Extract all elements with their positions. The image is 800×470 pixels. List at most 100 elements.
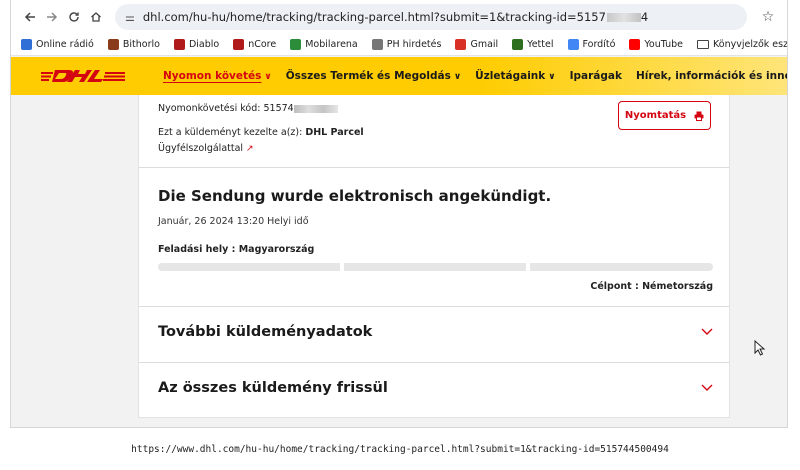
bookmark-label: Könyvjelzők eszkö...	[713, 39, 788, 50]
url-text-suffix: 4	[640, 10, 649, 24]
chevron-down-icon[interactable]	[701, 328, 713, 336]
shipment-info: Nyomonkövetési kód: 51574 Ezt a küldemén…	[158, 103, 364, 159]
destination-row: Célpont : Németország	[158, 281, 713, 292]
bookmark-item[interactable]: Yettel	[512, 39, 554, 50]
bookmark-label: Bithorlo	[122, 39, 160, 50]
bookmark-label: PH hirdetés	[386, 39, 442, 50]
back-icon[interactable]	[19, 6, 41, 28]
youtube-icon	[629, 39, 641, 50]
handler-name: DHL Parcel	[305, 127, 364, 138]
progress-segment	[530, 263, 713, 271]
redacted-mask	[606, 12, 641, 22]
nav-item-label: Iparágak	[569, 70, 622, 82]
handler-row: Ezt a küldeményt kezelte a(z): DHL Parce…	[158, 127, 364, 138]
forward-icon[interactable]	[41, 6, 63, 28]
nav-item-label: Üzletágaink	[475, 70, 546, 82]
chevron-down-icon[interactable]	[701, 384, 713, 392]
reload-icon[interactable]	[63, 6, 85, 28]
divider	[139, 362, 729, 363]
ncore-icon	[233, 39, 245, 50]
tracking-code-row: Nyomonkövetési kód: 51574	[158, 103, 364, 114]
bookmarks-bar: Online rádió Bithorlo Diablo nCore Mobilaren…	[11, 34, 787, 56]
origin-row: Feladási hely : Magyarország	[158, 244, 713, 255]
chevron-down-icon: ∨	[453, 72, 462, 82]
status-section: Die Sendung wurde elektronisch angekündi…	[158, 187, 713, 292]
print-button[interactable]: Nyomtatás	[618, 101, 711, 130]
bookmark-item[interactable]: Bithorlo	[107, 39, 160, 50]
redacted-mask	[293, 104, 338, 113]
nav-item[interactable]: Üzletágaink ∨	[475, 70, 555, 82]
print-label: Nyomtatás	[624, 110, 687, 121]
nav-item[interactable]: Iparágak	[570, 70, 622, 82]
url-text-prefix: dhl.com/hu-hu/home/tracking/tracking-par…	[142, 10, 606, 24]
browser-window: ⚌ dhl.com/hu-hu/home/tracking/tracking-p…	[10, 0, 788, 428]
bookmark-label: YouTube	[644, 39, 684, 50]
mouse-cursor-icon	[754, 340, 766, 356]
chevron-down-icon: ∨	[548, 72, 556, 82]
bookmark-label: Fordító	[582, 39, 616, 50]
origin-value: Magyarország	[238, 244, 315, 255]
translate-icon	[567, 39, 579, 50]
gmail-icon	[455, 39, 467, 50]
progress-segment	[344, 263, 526, 271]
origin-label: Feladási hely :	[158, 244, 239, 255]
accordion-title: További küldeményadatok	[158, 324, 373, 340]
external-link-icon[interactable]: ↗	[246, 144, 254, 154]
page-url-caption: https://www.dhl.com/hu-hu/home/tracking/…	[131, 444, 669, 455]
bookmark-item[interactable]: Diablo	[173, 39, 220, 50]
accordion-shipment-details[interactable]: További küldeményadatok	[158, 324, 713, 340]
nav-item[interactable]: Hírek, információk és innováció	[635, 70, 787, 82]
destination-label: Célpont :	[590, 281, 643, 292]
bookmark-item[interactable]: Online rádió	[21, 39, 94, 50]
site-settings-icon[interactable]: ⚌	[125, 11, 135, 24]
bookmark-item[interactable]: nCore	[233, 39, 276, 50]
dhl-logo[interactable]	[41, 69, 125, 83]
bookmark-star-icon[interactable]: ☆	[757, 9, 779, 25]
progress-segment	[158, 263, 340, 271]
mobilarena-icon	[290, 39, 302, 50]
destination-value: Németország	[642, 281, 713, 292]
bookmark-label: Yettel	[527, 39, 554, 50]
bookmark-label: Gmail	[470, 39, 499, 50]
divider	[139, 306, 729, 307]
main-navigation: Nyomon követés ∨ Összes Termék és Megoldás…	[163, 57, 787, 95]
nav-item[interactable]: Összes Termék és Megoldás ∨	[286, 70, 461, 82]
support-link[interactable]: Ügyfélszolgálattal	[158, 143, 243, 154]
url-field[interactable]: ⚌ dhl.com/hu-hu/home/tracking/tracking-p…	[115, 4, 747, 30]
nav-item-label: Hírek, információk és innováció	[635, 70, 787, 82]
bookmark-label: Diablo	[188, 39, 220, 50]
bookmark-item[interactable]: Mobilarena	[290, 39, 358, 50]
address-bar: ⚌ dhl.com/hu-hu/home/tracking/tracking-p…	[11, 0, 787, 34]
bookmark-label: Mobilarena	[305, 39, 358, 50]
accordion-title: Az összes küldemény frissül	[158, 380, 388, 396]
accordion-all-updates[interactable]: Az összes küldemény frissül	[158, 380, 713, 396]
bookmark-item[interactable]: YouTube	[629, 39, 683, 50]
tracking-card: Nyomonkövetési kód: 51574 Ezt a küldemén…	[138, 95, 730, 418]
yettel-icon	[512, 39, 524, 50]
bookmark-item[interactable]: Könyvjelzők eszkö...	[697, 39, 788, 50]
chevron-down-icon: ∨	[264, 72, 272, 82]
printer-icon	[694, 111, 704, 121]
bookmark-item[interactable]: Fordító	[567, 39, 616, 50]
diablo-icon	[173, 39, 185, 50]
radio-icon	[21, 39, 32, 50]
nav-item-label: Nyomon követés	[163, 70, 262, 82]
handler-label: Ezt a küldeményt kezelte a(z):	[158, 127, 306, 138]
bookmark-item[interactable]: Gmail	[455, 39, 498, 50]
bithorlo-icon	[107, 39, 119, 50]
nav-item[interactable]: Nyomon követés ∨	[163, 70, 272, 82]
dhl-navbar: Nyomon követés ∨ Összes Termék és Megoldás…	[11, 57, 787, 95]
support-row[interactable]: Ügyfélszolgálattal ↗	[158, 143, 364, 154]
divider	[139, 167, 729, 168]
bookmark-label: nCore	[248, 39, 277, 50]
folder-icon	[697, 40, 710, 49]
tracking-code-label: Nyomonkövetési kód: 51574	[158, 103, 294, 114]
ph-icon	[371, 39, 383, 50]
bookmark-item[interactable]: PH hirdetés	[371, 39, 442, 50]
status-date: Január, 26 2024 13:20 Helyi idő	[158, 216, 309, 227]
bookmark-label: Online rádió	[36, 39, 94, 50]
home-icon[interactable]	[85, 6, 107, 28]
progress-bar	[158, 263, 713, 271]
status-title: Die Sendung wurde elektronisch angekündi…	[158, 187, 552, 205]
nav-item-label: Összes Termék és Megoldás	[285, 70, 451, 82]
